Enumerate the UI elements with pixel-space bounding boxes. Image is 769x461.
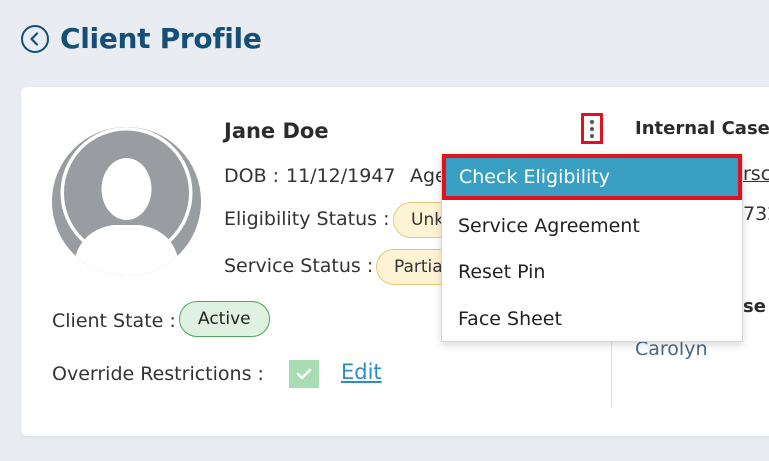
check-icon <box>296 368 312 380</box>
case-heading-fragment: se <box>743 296 766 317</box>
chevron-left-icon <box>30 32 39 46</box>
service-status-label: Service Status : <box>224 255 374 277</box>
back-button[interactable] <box>21 25 49 53</box>
internal-case-heading: Internal Case <box>635 118 769 139</box>
menu-item-reset-pin[interactable]: Reset Pin <box>442 249 742 295</box>
page-title: Client Profile <box>60 22 262 55</box>
menu-item-service-agreement[interactable]: Service Agreement <box>442 203 742 249</box>
avatar <box>52 127 201 276</box>
eligibility-status-label: Eligibility Status : <box>224 208 390 230</box>
user-silhouette-icon <box>52 127 201 276</box>
internal-case-link-fragment[interactable]: rsc <box>743 162 769 186</box>
client-name: Jane Doe <box>224 119 329 143</box>
dob-label: DOB : <box>224 165 280 187</box>
kebab-vertical-icon <box>590 119 594 124</box>
override-restrictions-checkbox[interactable] <box>289 360 319 388</box>
menu-item-check-eligibility[interactable]: Check Eligibility <box>442 154 742 200</box>
client-state-label: Client State : <box>52 310 176 332</box>
actions-dropdown-menu: Check Eligibility Service Agreement Rese… <box>441 154 743 342</box>
dob-value: 11/12/1947 <box>286 165 396 187</box>
override-restrictions-label: Override Restrictions : <box>52 363 264 385</box>
internal-case-number-fragment: 732 <box>743 203 769 225</box>
client-state-badge: Active <box>179 301 270 337</box>
edit-override-link[interactable]: Edit <box>341 359 382 385</box>
more-actions-button[interactable] <box>581 113 603 144</box>
menu-item-face-sheet[interactable]: Face Sheet <box>442 296 742 342</box>
